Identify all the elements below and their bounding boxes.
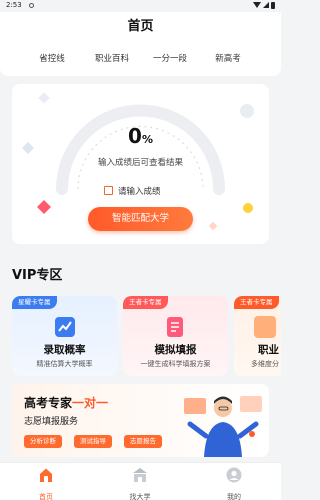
- nav-home[interactable]: 首页: [16, 467, 76, 500]
- home-icon: [40, 468, 52, 482]
- signal-icon: [263, 2, 269, 8]
- score-unit: %: [141, 133, 153, 146]
- vip-card-name: 录取概率: [43, 344, 86, 356]
- expert-title: 高考专家一对一: [24, 394, 108, 411]
- tab-new-gaokao[interactable]: 新高考: [198, 52, 258, 64]
- expert-subtitle: 志愿填报服务: [24, 417, 79, 427]
- status-notification-icon: [29, 3, 34, 8]
- vip-section-title: VIP专区: [12, 268, 63, 283]
- expert-title-highlight: 一对一: [72, 396, 109, 410]
- form-edit-icon: [167, 317, 183, 337]
- smart-match-button[interactable]: 智能匹配大学: [88, 207, 193, 231]
- profile-icon: [226, 467, 242, 483]
- expert-illustration-icon: [184, 396, 262, 457]
- bottom-nav: 首页 找大学 我的: [0, 462, 281, 500]
- decor-yellow-dot-icon: [243, 203, 253, 213]
- vip-card-mock-application[interactable]: 王者卡专属 模拟填报 一键生成科学填报方案: [123, 296, 228, 376]
- score-hint: 输入成绩后可查看结果: [97, 158, 183, 168]
- expert-tag: 测试指导: [74, 435, 112, 448]
- vip-card-name: 模拟填报: [154, 344, 197, 356]
- vip-card-desc: 多维度分: [251, 360, 279, 368]
- nav-find-university[interactable]: 找大学: [110, 467, 170, 500]
- expert-tag: 志愿报告: [124, 435, 162, 448]
- status-time: 2:53: [6, 1, 22, 9]
- edit-icon: [104, 186, 113, 195]
- vip-card-name: 职业: [258, 344, 279, 356]
- quick-tabs: 省控线 职业百科 一分一段 新高考: [0, 42, 281, 76]
- score-card: 0% 输入成绩后可查看结果 请输入成绩 智能匹配大学: [12, 84, 269, 244]
- decor-diamond-icon: [37, 200, 51, 214]
- school-icon: [133, 468, 147, 482]
- score-value: 0%: [12, 124, 269, 148]
- vip-card-admission-probability[interactable]: 星耀卡专属 录取概率 精准估算大学概率: [12, 296, 117, 376]
- tab-career-wiki[interactable]: 职业百科: [82, 52, 142, 64]
- tab-province-line[interactable]: 省控线: [22, 52, 82, 64]
- nav-profile[interactable]: 我的: [204, 467, 264, 500]
- vip-card-badge: 王者卡专属: [234, 296, 279, 309]
- score-number: 0: [128, 124, 142, 148]
- vip-card-desc: 一键生成科学填报方案: [140, 360, 211, 368]
- nav-label: 我的: [227, 493, 241, 500]
- wifi-icon: [253, 2, 261, 8]
- enter-score-label: 请输入成绩: [118, 187, 161, 197]
- page-title: 首页: [127, 19, 154, 34]
- tab-score-ranking[interactable]: 一分一段: [140, 52, 200, 64]
- expert-title-main: 高考专家: [24, 396, 73, 410]
- nav-label: 首页: [39, 493, 53, 500]
- vip-card-badge: 王者卡专属: [123, 296, 168, 309]
- vip-card-career[interactable]: 王者卡专属 职业 多维度分: [234, 296, 281, 376]
- chart-trend-icon: [55, 317, 75, 337]
- status-bar: 2:53: [0, 0, 281, 12]
- battery-icon: [271, 2, 275, 9]
- enter-score-link[interactable]: 请输入成绩: [104, 185, 161, 197]
- briefcase-icon: [254, 316, 276, 338]
- decor-circle-icon: [240, 104, 254, 118]
- expert-banner[interactable]: 高考专家一对一 志愿填报服务 分析诊断 测试指导 志愿报告: [12, 384, 269, 457]
- vip-card-badge: 星耀卡专属: [12, 296, 57, 309]
- expert-tag: 分析诊断: [24, 435, 62, 448]
- app-header: 首页: [0, 12, 281, 42]
- nav-label: 找大学: [129, 493, 151, 500]
- vip-card-desc: 精准估算大学概率: [36, 360, 93, 368]
